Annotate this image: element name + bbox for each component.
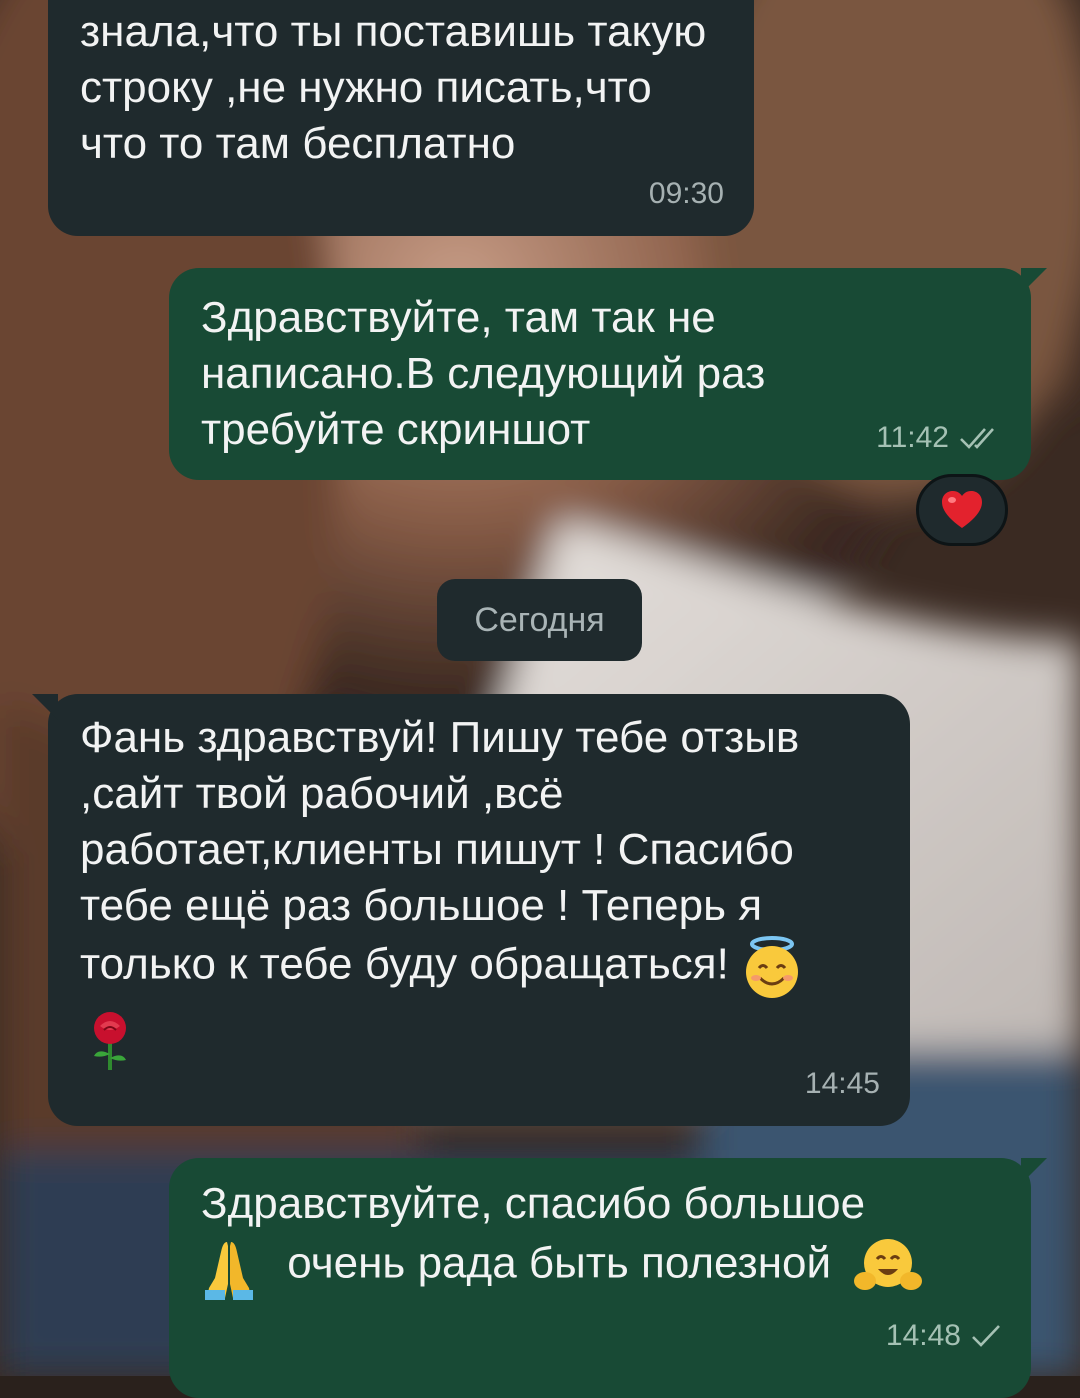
message-time: 14:48 [885, 1319, 961, 1352]
hugging-face-emoji [854, 1239, 923, 1290]
message-bubble-incoming[interactable]: знала,что ты поставишь такую строку ,не … [48, 0, 754, 236]
message-meta: 14:45 [805, 1056, 880, 1112]
message-meta: 11:42 [876, 410, 1001, 466]
message-bubble-outgoing[interactable]: Здравствуйте, там так не написано.В след… [169, 268, 1047, 480]
message-meta: 09:30 [649, 166, 724, 222]
message-text: Здравствуйте, спасибо большое очень рада… [201, 1176, 991, 1300]
message-text-content: Фань здравствуй! Пишу тебе отзыв ,сайт т… [80, 713, 800, 989]
message-text-line: очень рада быть полезной [287, 1238, 832, 1288]
message-time: 14:45 [804, 1067, 880, 1100]
double-check-icon [960, 428, 994, 449]
rose-emoji [94, 1012, 126, 1070]
message-bubble-outgoing[interactable]: Здравствуйте, спасибо большое очень рада… [169, 1158, 1047, 1398]
folded-hands-emoji [205, 1242, 253, 1300]
message-meta: 14:48 [886, 1308, 1001, 1364]
red-heart-emoji [942, 491, 982, 528]
message-time: 09:30 [648, 177, 724, 210]
date-separator: Сегодня [437, 579, 642, 661]
message-bubble-incoming[interactable]: Фань здравствуй! Пишу тебе отзыв ,сайт т… [32, 694, 910, 1126]
bubble-tail [1021, 268, 1047, 294]
message-text: Здравствуйте, там так не написано.В след… [201, 293, 766, 454]
message-text: знала,что ты поставишь такую строку ,не … [80, 7, 707, 168]
message-text: Фань здравствуй! Пишу тебе отзыв ,сайт т… [80, 710, 880, 1072]
smiling-face-with-halo-emoji [746, 936, 799, 998]
message-reaction[interactable] [916, 474, 1008, 546]
single-check-icon [972, 1325, 1000, 1347]
bubble-tail [1021, 1158, 1047, 1184]
message-time: 11:42 [876, 421, 949, 454]
message-text-line: Здравствуйте, спасибо большое [201, 1179, 866, 1228]
bubble-tail [32, 694, 58, 720]
